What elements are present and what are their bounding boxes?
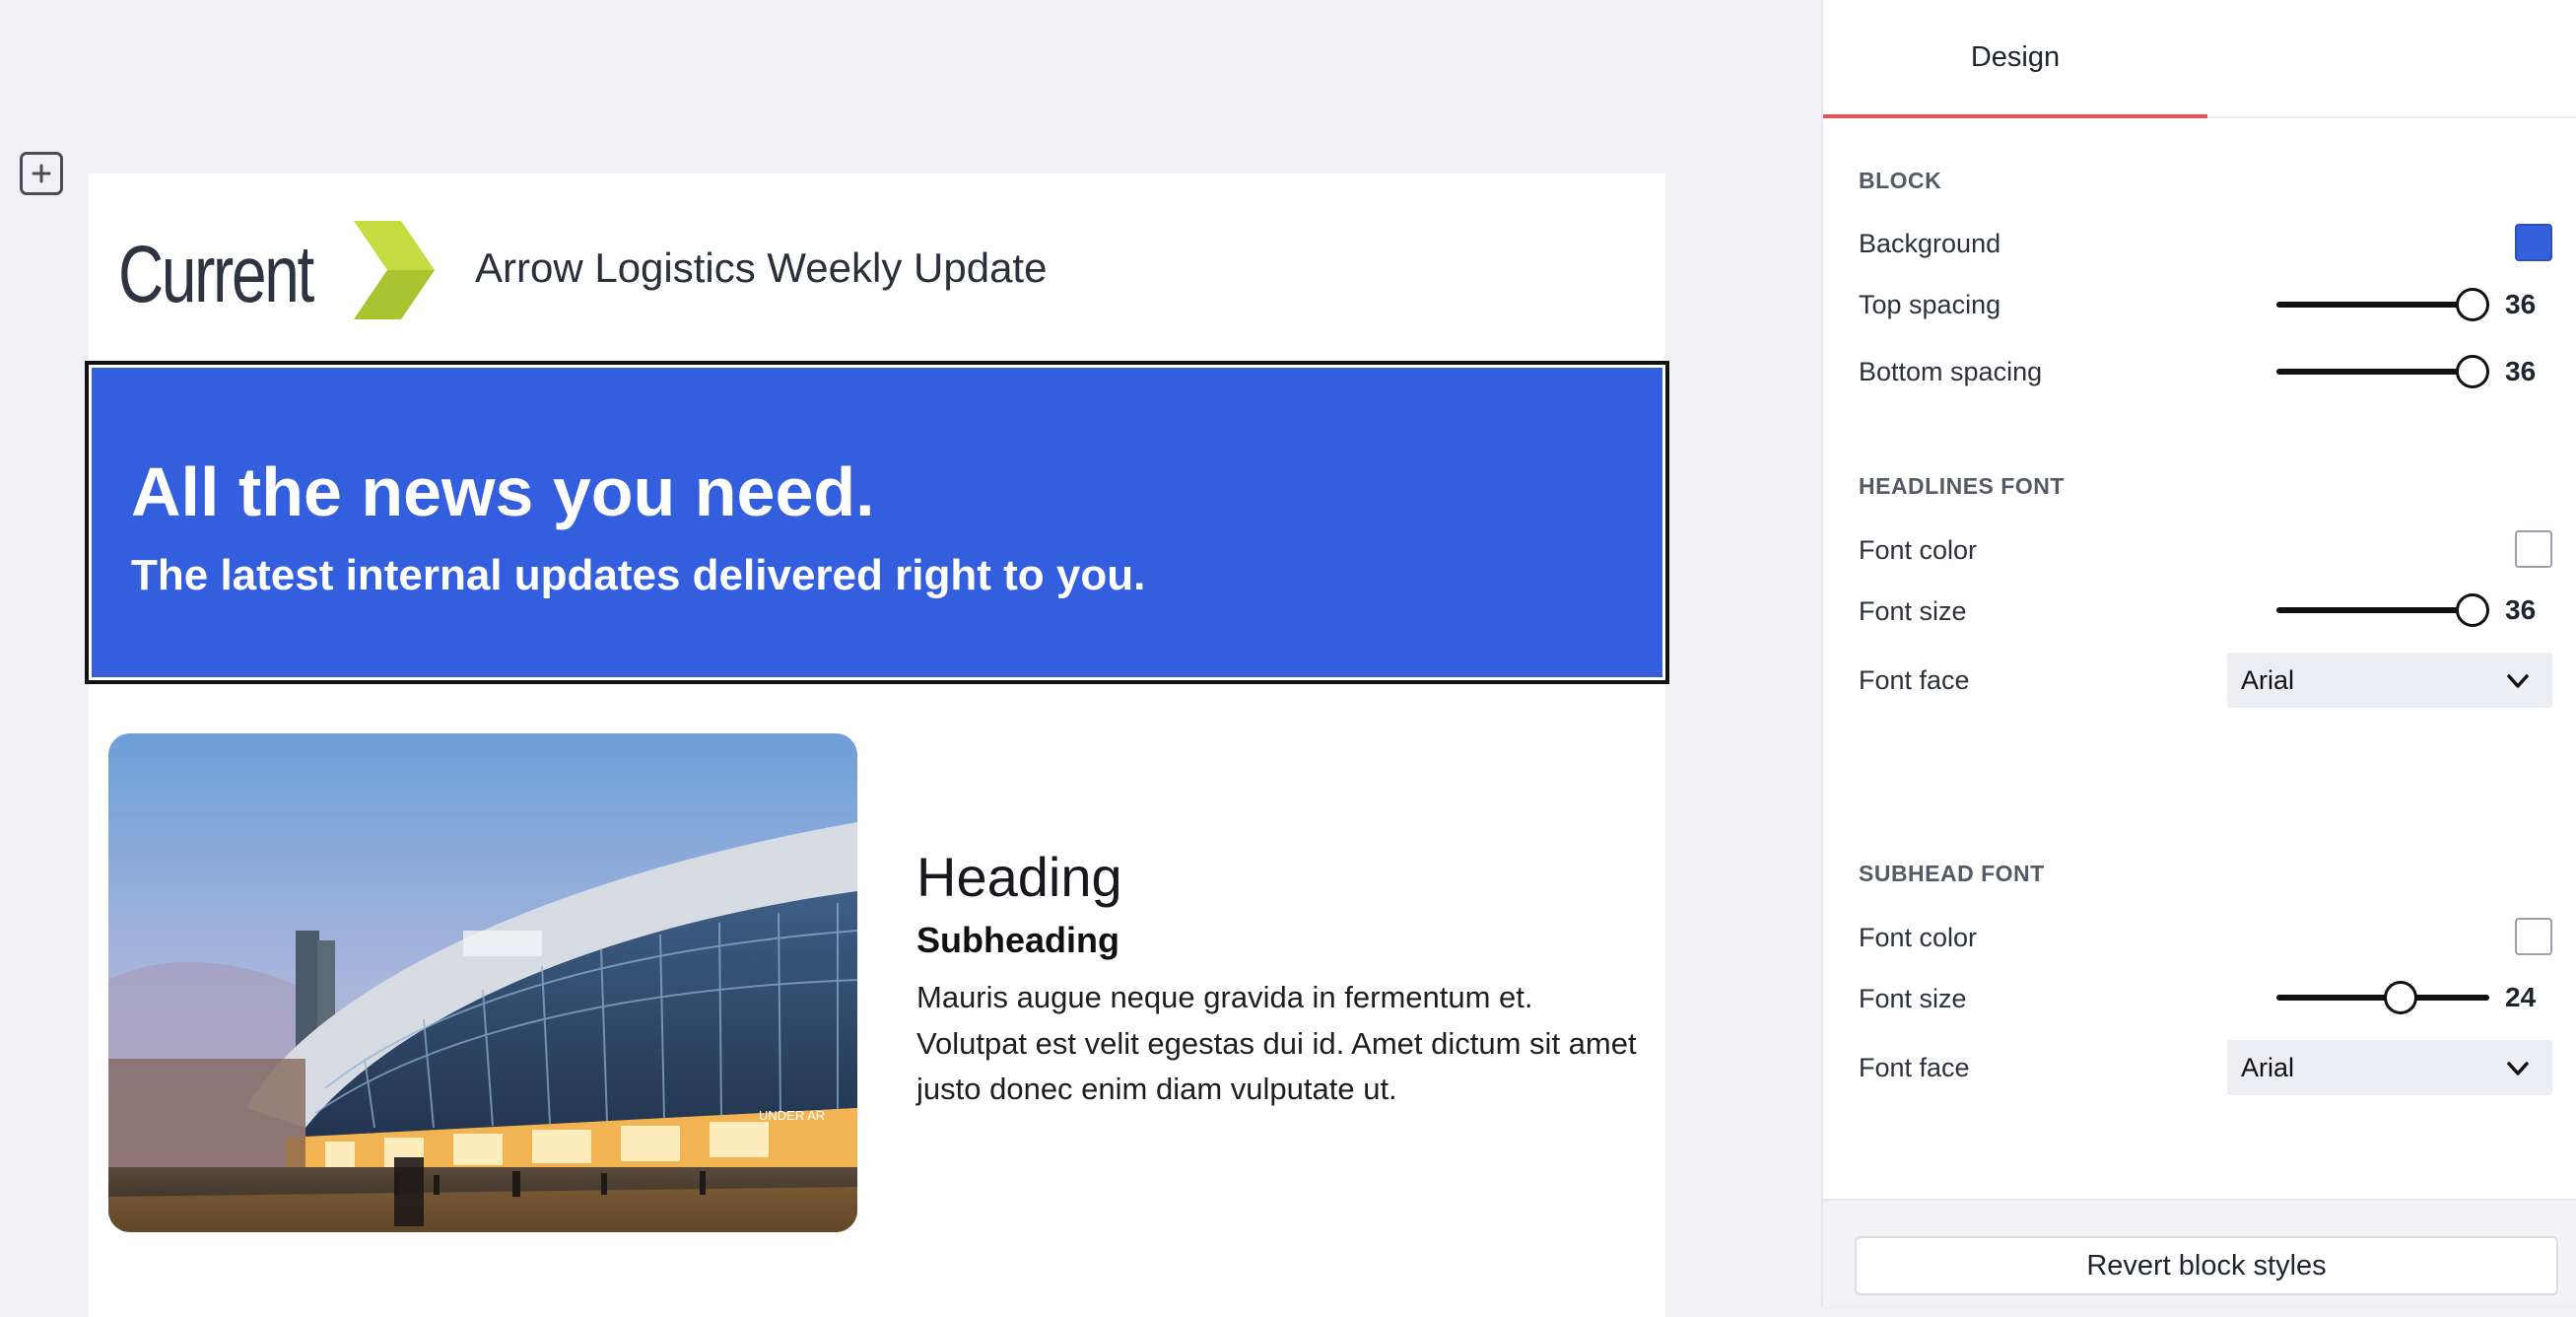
tab-design[interactable]: Design [1823,0,2207,118]
chevron-mark-icon [354,221,435,319]
background-label: Background [1859,229,2001,258]
subhead-font-size-slider[interactable] [2276,981,2489,1014]
select-value: Arial [2241,664,2295,695]
top-spacing-slider[interactable] [2276,288,2489,321]
slider-thumb[interactable] [2456,288,2489,321]
headlines-font-face-select[interactable]: Arial [2227,653,2552,708]
logo: Current [118,221,435,329]
slider-thumb[interactable] [2456,593,2489,627]
headlines-font-face-label: Font face [1859,665,1970,695]
hero-block: All the news you need. The latest intern… [89,365,1665,680]
subhead-font-face-label: Font face [1859,1053,1970,1082]
card-body-text[interactable]: Mauris augue neque gravida in fermentum … [916,975,1646,1113]
bottom-spacing-value: 36 [2505,356,2537,386]
panel-tabs: Design [1823,0,2576,118]
background-color-swatch[interactable] [2515,224,2552,261]
slider-track [2276,995,2489,1001]
email-title: Arrow Logistics Weekly Update [475,244,1048,291]
hero-subhead[interactable]: The latest internal updates delivered ri… [131,551,1145,600]
bottom-spacing-label: Bottom spacing [1859,357,2043,386]
subhead-font-face-select[interactable]: Arial [2227,1040,2552,1095]
email-header-block[interactable]: Current Arrow Logistics Weekly Update [89,173,1665,361]
slider-thumb[interactable] [2456,355,2489,388]
select-value: Arial [2241,1052,2295,1082]
top-spacing-value: 36 [2505,289,2537,319]
card-heading[interactable]: Heading [916,844,1646,910]
subhead-font-color-label: Font color [1859,923,1978,952]
bottom-spacing-slider[interactable] [2276,355,2489,388]
panel-footer: Revert block styles [1823,1199,2576,1307]
headlines-font-color-swatch[interactable] [2515,530,2552,568]
subhead-font-size-value: 24 [2505,982,2537,1012]
card-subheading[interactable]: Subheading [916,920,1646,961]
subhead-font-size-label: Font size [1859,984,1967,1013]
slider-thumb[interactable] [2384,981,2418,1014]
subhead-font-color-swatch[interactable] [2515,918,2552,955]
chevron-down-icon [2507,1062,2529,1075]
add-block-button[interactable] [20,152,63,195]
plus-square-icon [32,164,51,183]
hero-block-selected[interactable]: All the news you need. The latest intern… [85,361,1669,684]
design-panel: Design BLOCK Background Top spacing 36 B… [1821,0,2576,1307]
building-photo-illustration: UNDER AR [108,733,857,1232]
headlines-font-size-slider[interactable] [2276,593,2489,627]
logo-text: Current [118,230,314,319]
headlines-font-size-value: 36 [2505,594,2537,625]
building-photo[interactable]: UNDER AR [108,733,857,1232]
headlines-font-size-label: Font size [1859,596,1967,626]
subhead-font-section-title: SUBHEAD FONT [1859,861,2045,886]
email-preview: Current Arrow Logistics Weekly Update Al… [85,173,1669,1317]
top-spacing-label: Top spacing [1859,290,2001,319]
card-text-block[interactable]: Heading Subheading Mauris augue neque gr… [916,844,1646,1113]
headlines-font-section-title: HEADLINES FONT [1859,473,2065,499]
revert-block-styles-button[interactable]: Revert block styles [1855,1236,2558,1295]
chevron-down-icon [2507,674,2529,688]
editor-canvas: Current Arrow Logistics Weekly Update Al… [0,0,1821,1317]
headlines-font-color-label: Font color [1859,535,1978,565]
store-sign: UNDER AR [759,1108,825,1123]
hero-headline[interactable]: All the news you need. [131,452,875,531]
block-section-title: BLOCK [1859,168,1942,193]
